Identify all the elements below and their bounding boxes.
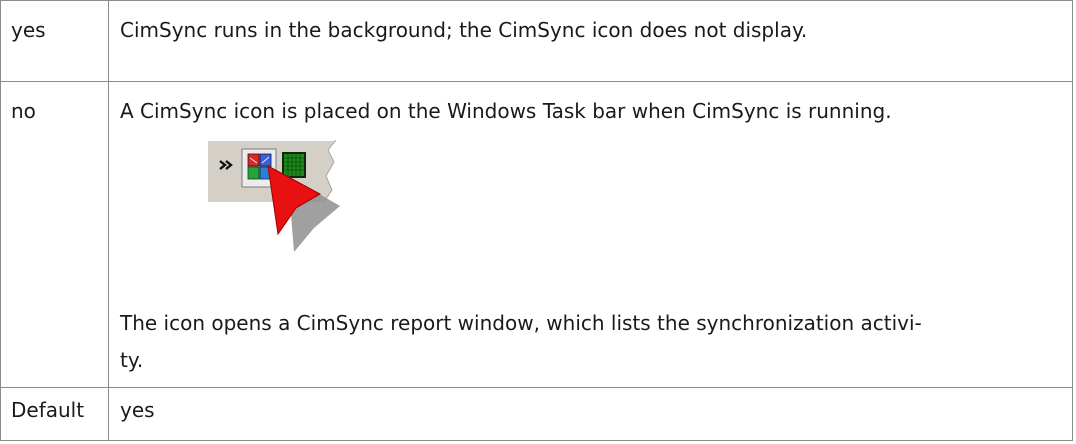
option-key: yes xyxy=(0,0,109,82)
options-table: yes CimSync runs in the background; the … xyxy=(0,0,1073,441)
option-description: yes xyxy=(108,387,1073,441)
option-description: A CimSync icon is placed on the Windows … xyxy=(120,99,892,123)
table-row: Default yes xyxy=(0,387,1073,441)
table-row: no A CimSync icon is placed on the Windo… xyxy=(0,81,1073,388)
option-description-continued-end: ty. xyxy=(120,348,144,372)
cimsync-taskbar-icon xyxy=(208,140,340,252)
taskbar-screenshot xyxy=(120,137,1072,305)
option-key: no xyxy=(0,81,109,388)
table-row: yes CimSync runs in the background; the … xyxy=(0,0,1073,82)
option-description: CimSync runs in the background; the CimS… xyxy=(108,0,1073,82)
option-description-continued: The icon opens a CimSync report window, … xyxy=(120,311,922,335)
option-description-cell: A CimSync icon is placed on the Windows … xyxy=(108,81,1073,388)
option-key: Default xyxy=(0,387,109,441)
grid-icon xyxy=(282,152,306,178)
